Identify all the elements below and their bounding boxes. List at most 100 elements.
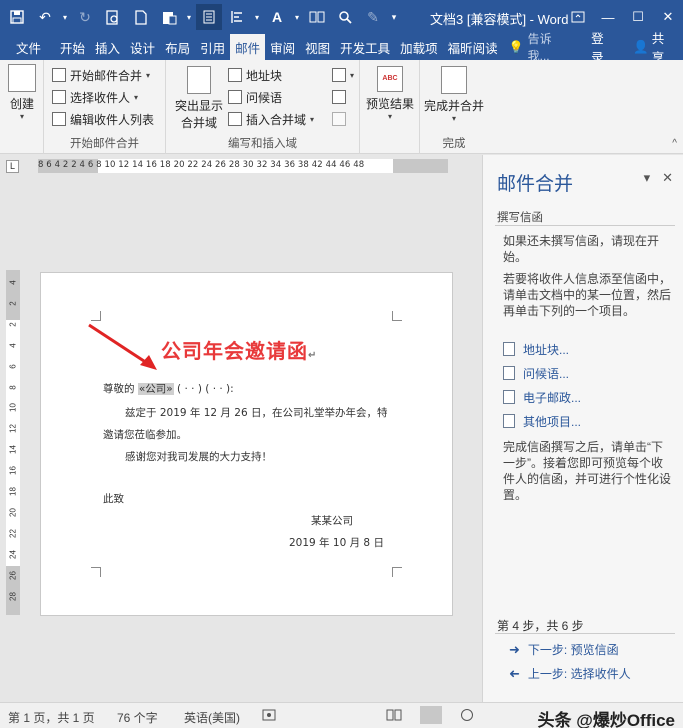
- pane-title: 邮件合并: [497, 174, 574, 195]
- chevron-down-icon[interactable]: ▾: [252, 4, 262, 30]
- close-icon[interactable]: ✕: [662, 170, 673, 186]
- tab-view[interactable]: 视图: [300, 34, 335, 60]
- letter-heading-text: 公司年会邀请函: [161, 339, 308, 363]
- group-create: 创建 ▾: [0, 60, 44, 154]
- greeting-line-button[interactable]: 问候语: [228, 87, 282, 107]
- print-layout-icon[interactable]: [420, 706, 442, 724]
- chevron-down-icon: ▾: [146, 70, 151, 80]
- customize-icon[interactable]: ▾: [388, 4, 400, 30]
- macro-icon[interactable]: [262, 708, 276, 725]
- select-recipients-button[interactable]: 选择收件人 ▾: [52, 87, 138, 107]
- tab-layout[interactable]: 布局: [160, 34, 195, 60]
- body-line-2: 邀请您莅临参加。: [103, 429, 187, 441]
- start-mail-merge-button[interactable]: 开始邮件合并 ▾: [52, 65, 150, 85]
- merge-field-company[interactable]: «公司»: [137, 383, 174, 395]
- highlight-label-1: 突出显示: [174, 99, 223, 113]
- find-icon[interactable]: [332, 4, 358, 30]
- word-count[interactable]: 76 个字: [117, 709, 158, 726]
- tab-developer[interactable]: 开发工具: [335, 34, 395, 60]
- tab-selector[interactable]: L: [6, 160, 19, 173]
- vruler-number: 22: [8, 528, 18, 538]
- link-more-items[interactable]: 其他项目...: [503, 413, 581, 430]
- undo-icon[interactable]: ↶: [32, 4, 58, 30]
- previous-step-link[interactable]: ➜ 上一步: 选择收件人: [509, 665, 631, 682]
- layout-icon[interactable]: [196, 4, 222, 30]
- link-address-block[interactable]: 地址块...: [503, 341, 569, 358]
- tab-home[interactable]: 开始: [55, 34, 90, 60]
- divider: [495, 633, 675, 634]
- crop-mark: [91, 567, 101, 577]
- vruler-number: 4: [8, 280, 18, 285]
- group-write-insert: 突出显示 合并域 地址块 问候语 插入合并域 ▾ ▾ 编写和插入域: [166, 60, 360, 154]
- maximize-icon[interactable]: ☐: [623, 0, 653, 34]
- chevron-down-icon[interactable]: ▾: [292, 4, 302, 30]
- update-labels-button[interactable]: [332, 109, 346, 129]
- tab-foxit[interactable]: 福昕阅读: [443, 34, 503, 60]
- tell-me-box[interactable]: 💡 告诉我...: [503, 30, 581, 64]
- quick-access-toolbar: ↶ ▾ ↻ ▾ ▾ A ▾ ✎ ▾: [4, 4, 400, 30]
- share-button[interactable]: 👤 共享: [625, 32, 683, 65]
- read-mode-icon[interactable]: [386, 708, 402, 725]
- tab-file[interactable]: 文件: [0, 34, 55, 60]
- match-fields-icon: [332, 90, 346, 104]
- tab-design[interactable]: 设计: [125, 34, 160, 60]
- pane-finish-text: 完成信函撰写之后，请单击“下一步”。接着您即可预览每个收件人的信函，并可进行个性…: [503, 440, 672, 502]
- language-status[interactable]: 英语(美国): [184, 709, 240, 726]
- next-step-link[interactable]: ➜ 下一步: 预览信函: [509, 641, 619, 658]
- link-postage[interactable]: 电子邮政...: [503, 389, 581, 406]
- vruler-number: 12: [8, 424, 18, 434]
- more-icon[interactable]: [304, 4, 330, 30]
- chevron-down-icon[interactable]: ▾: [184, 4, 194, 30]
- group-label-write-insert: 编写和插入域: [228, 138, 297, 150]
- vertical-ruler[interactable]: 4 2 2 4 6 8 10 12 14 16 18 20 22 24 26 28: [6, 270, 20, 615]
- greeting-icon: [503, 366, 515, 380]
- pane-instruction: 若要将收件人信息添至信函中，请单击文档中的某一位置，然后再单击下列的一个项目。: [503, 272, 672, 318]
- address-block-icon: [228, 68, 242, 82]
- tab-mailings[interactable]: 邮件: [230, 34, 266, 60]
- chevron-down-icon: ▾: [350, 70, 355, 80]
- save-icon[interactable]: [4, 4, 30, 30]
- select-recipients-label: 选择收件人: [70, 90, 131, 105]
- edit-recipients-button[interactable]: 编辑收件人列表: [52, 109, 154, 129]
- vruler-number: 2: [8, 301, 18, 306]
- horizontal-ruler[interactable]: 8 6 4 2 2 4 6 8 10 12 14 16 18 20 22 24 …: [38, 159, 448, 173]
- chevron-down-icon[interactable]: ▾: [60, 4, 70, 30]
- vruler-number: 2: [8, 322, 18, 327]
- edit-list-icon: [52, 112, 66, 126]
- font-color-icon[interactable]: A: [264, 4, 290, 30]
- tab-addins[interactable]: 加载项: [395, 34, 443, 60]
- align-icon[interactable]: [224, 4, 250, 30]
- tab-insert[interactable]: 插入: [90, 34, 125, 60]
- insert-merge-field-label: 插入合并域: [246, 112, 307, 127]
- greeting-icon: [228, 90, 242, 104]
- insert-merge-field-button[interactable]: 插入合并域 ▾: [228, 109, 314, 129]
- page-count[interactable]: 第 1 页，共 1 页: [8, 709, 95, 726]
- document-icon: [52, 68, 66, 82]
- create-button[interactable]: 创建 ▾: [6, 64, 38, 121]
- link-greeting[interactable]: 问候语...: [503, 365, 569, 382]
- document-page[interactable]: 公司年会邀请函↵ 尊敬的 «公司» ( · · ) ( · · ): 兹定于 2…: [40, 272, 453, 616]
- pane-options-icon[interactable]: ▾: [644, 170, 651, 186]
- redo-icon[interactable]: ↻: [72, 4, 98, 30]
- rules-button[interactable]: ▾: [332, 65, 354, 85]
- highlight-label-2: 合并域: [180, 116, 217, 130]
- preview-results-button[interactable]: ABC 预览结果 ▾: [364, 66, 416, 121]
- chevron-down-icon: ▾: [310, 114, 315, 124]
- format-painter-icon[interactable]: ✎: [360, 4, 386, 30]
- tab-review[interactable]: 审阅: [265, 34, 300, 60]
- tab-references[interactable]: 引用: [195, 34, 230, 60]
- finish-merge-button[interactable]: 完成并合并 ▾: [422, 66, 486, 123]
- body-line-1: 兹定于 2019 年 12 月 26 日，在公司礼堂举办年会，特: [125, 407, 388, 419]
- match-fields-button[interactable]: [332, 87, 346, 107]
- collapse-ribbon-icon[interactable]: ^: [672, 138, 677, 149]
- vruler-number: 10: [8, 403, 18, 413]
- address-block-button[interactable]: 地址块: [228, 65, 282, 85]
- highlight-merge-fields-button[interactable]: 突出显示 合并域: [172, 66, 226, 131]
- arrow-left-icon: ➜: [509, 665, 520, 681]
- new-doc-icon[interactable]: [128, 4, 154, 30]
- finish-merge-label: 完成并合并: [423, 99, 484, 113]
- print-preview-icon[interactable]: [100, 4, 126, 30]
- web-layout-icon[interactable]: [460, 708, 474, 725]
- paste-icon[interactable]: [156, 4, 182, 30]
- tell-me-placeholder: 告诉我...: [527, 32, 552, 63]
